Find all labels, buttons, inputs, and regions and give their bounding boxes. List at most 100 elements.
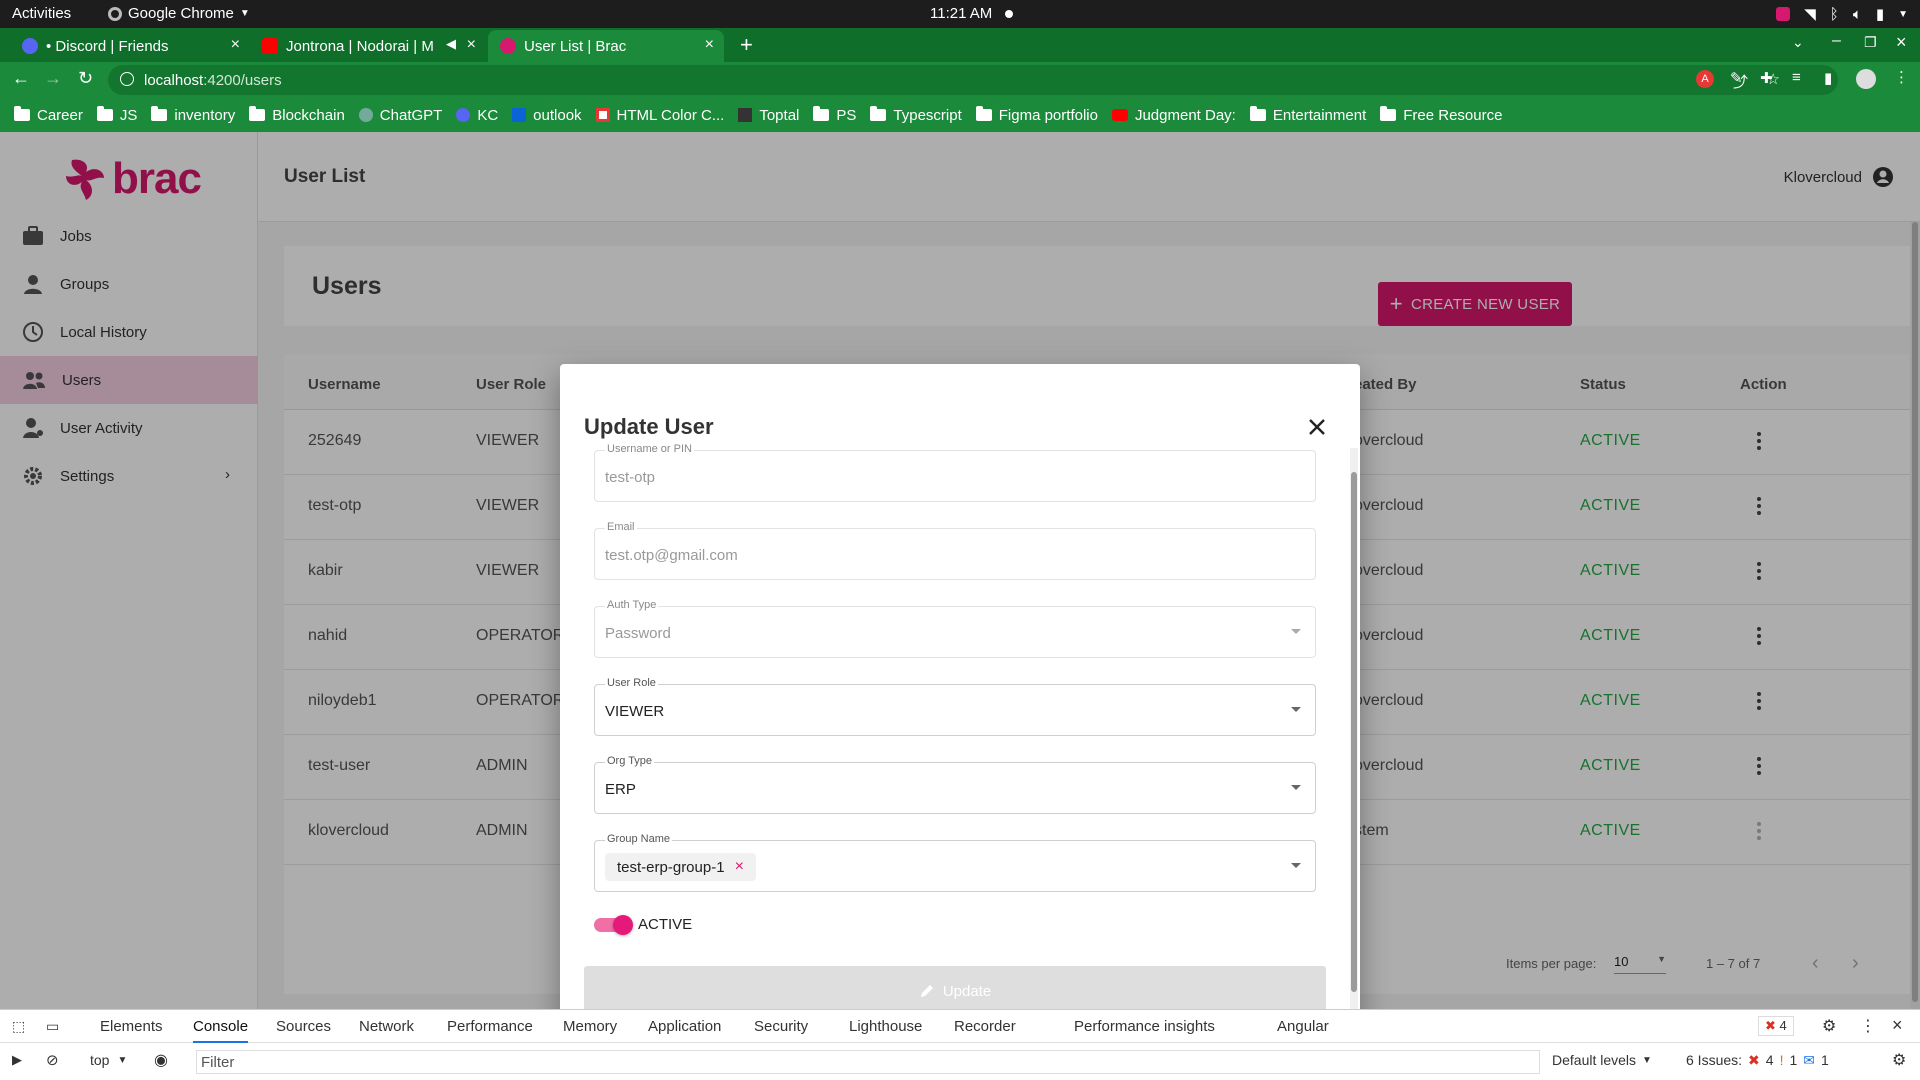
close-window-icon[interactable]: × [1896,32,1907,53]
site-info-icon[interactable] [120,72,134,86]
close-icon[interactable]: × [705,36,714,54]
tab-network[interactable]: Network [359,1018,414,1035]
tab-lighthouse[interactable]: Lighthouse [849,1018,922,1035]
caret-down-icon [1291,863,1301,868]
clear-console-icon[interactable]: ⊘ [46,1051,59,1069]
pencil-icon [920,985,933,997]
brac-favicon-icon [500,38,516,54]
side-panel-icon[interactable]: ▮ [1824,69,1832,87]
system-top-bar: Activities Google Chrome ▼ 11:21 AM ◥ ᛒ … [0,0,1920,28]
new-tab-icon[interactable]: + [740,32,753,58]
bookmark-toptal[interactable]: Toptal [738,107,799,124]
tab-recorder[interactable]: Recorder [954,1018,1016,1035]
email-value: test.otp@gmail.com [605,547,738,564]
sidebar-toggle-icon[interactable]: ▶ [12,1052,22,1068]
bookmark-judgment-day[interactable]: Judgment Day: [1111,107,1236,124]
caret-down-icon: ▼ [239,8,250,19]
profile-avatar-icon[interactable] [1856,69,1876,89]
username-field[interactable]: Username or PIN test-otp [594,443,1316,502]
email-label: Email [605,521,637,533]
clock[interactable]: 11:21 AM [930,5,992,22]
console-settings-icon[interactable]: ⚙ [1892,1050,1906,1070]
tab-elements[interactable]: Elements [100,1018,163,1035]
bookmarks-bar: Career JS inventory Blockchain ChatGPT K… [0,98,1920,132]
system-tray[interactable]: ◥ ᛒ 🔈︎ ▮ ▼ [1776,5,1908,23]
org-type-select[interactable]: Org Type ERP [594,755,1316,814]
dialog-scrollbar-thumb[interactable] [1351,472,1357,992]
bookmark-typescript[interactable]: Typescript [870,106,962,124]
bookmark-blockchain[interactable]: Blockchain [249,106,345,124]
folder-icon [249,106,266,121]
tab-angular[interactable]: Angular [1277,1018,1329,1035]
tab-memory[interactable]: Memory [563,1018,617,1035]
tab-security[interactable]: Security [754,1018,808,1035]
discord-icon [22,38,38,54]
bookmark-label: Free Resource [1403,106,1503,124]
back-icon[interactable]: ← [12,68,30,89]
extensions-icon[interactable]: ✚ [1760,69,1773,87]
auth-type-select[interactable]: Auth Type Password [594,599,1316,658]
close-icon[interactable]: × [231,36,240,54]
reading-list-icon[interactable]: ≡ [1792,69,1801,86]
bookmark-entertainment[interactable]: Entertainment [1249,106,1366,124]
bookmark-js[interactable]: JS [96,106,137,124]
address-bar[interactable]: localhost:4200/users ⤴ ☆ [108,65,1838,95]
bookmark-html-color[interactable]: HTML Color C... [595,107,724,124]
dialog-scrollbar[interactable] [1350,448,1358,1009]
close-icon[interactable]: × [467,36,476,54]
reload-icon[interactable]: ↻ [78,68,93,89]
more-vert-icon[interactable]: ⋮ [1860,1016,1876,1036]
bookmark-outlook[interactable]: outlook [512,107,582,124]
eye-icon[interactable]: ◉ [154,1050,168,1070]
maximize-icon[interactable]: ❐ [1864,34,1877,51]
chrome-menu-icon[interactable]: ⋮ [1894,68,1909,86]
extension-a-icon[interactable]: A [1696,70,1714,88]
user-role-select[interactable]: User Role VIEWER [594,677,1316,736]
email-field[interactable]: Email test.otp@gmail.com [594,521,1316,580]
bookmark-kc[interactable]: KC [456,107,498,124]
inspect-element-icon[interactable]: ⬚ [12,1018,25,1035]
update-button-label: Update [942,982,992,1000]
error-badge[interactable]: ✖ 4 [1758,1016,1794,1036]
url-host: localhost [144,71,204,89]
active-toggle[interactable] [594,915,633,935]
update-button[interactable]: Update [584,966,1326,1009]
close-icon[interactable]: × [1892,1015,1903,1036]
bookmark-inventory[interactable]: inventory [151,106,235,124]
device-toolbar-icon[interactable]: ▭ [46,1018,59,1035]
close-icon[interactable] [1308,418,1326,436]
activities-button[interactable]: Activities [12,5,71,22]
remove-chip-icon[interactable]: × [735,858,744,876]
error-count: 4 [1779,1018,1787,1033]
tab-youtube[interactable]: Jontrona | Nodorai | M ◀ × [250,30,486,62]
tab-sources[interactable]: Sources [276,1018,331,1035]
volume-icon: 🔈︎ [1852,5,1862,23]
extension-pen-icon[interactable]: ✎ [1730,69,1743,87]
bookmark-career[interactable]: Career [14,106,83,124]
folder-icon [813,106,830,121]
app-menu[interactable]: Google Chrome ▼ [108,5,250,22]
tab-console[interactable]: Console [193,1018,249,1043]
bookmark-free-resource[interactable]: Free Resource [1380,106,1503,124]
bookmark-ps[interactable]: PS [813,106,856,124]
caret-down-icon: ▼ [117,1055,128,1066]
tab-search-icon[interactable]: ⌄ [1792,34,1804,51]
minimize-icon[interactable]: – [1832,32,1841,50]
tab-discord[interactable]: • Discord | Friends × [10,30,250,62]
tab-performance[interactable]: Performance [447,1018,533,1035]
issue-warning-icon: ! [1779,1052,1784,1068]
gear-icon[interactable]: ⚙ [1822,1016,1836,1036]
user-role-label: User Role [605,677,658,689]
log-levels-select[interactable]: Default levels ▼ [1552,1052,1652,1070]
forward-icon[interactable]: → [44,68,62,89]
tab-user-list[interactable]: User List | Brac × [488,30,724,62]
tab-performance-insights[interactable]: Performance insights [1074,1018,1215,1035]
tab-application[interactable]: Application [648,1018,721,1035]
console-filter-input[interactable]: Filter [196,1050,1540,1074]
bookmark-chatgpt[interactable]: ChatGPT [358,107,442,124]
issues-counter[interactable]: 6 Issues: ✖ 4 ! 1 ✉ 1 [1686,1052,1829,1069]
group-name-select[interactable]: Group Name test-erp-group-1 × [594,833,1316,892]
chatgpt-icon [358,108,373,122]
context-select[interactable]: top ▼ [90,1052,127,1070]
bookmark-figma-portfolio[interactable]: Figma portfolio [975,106,1098,124]
